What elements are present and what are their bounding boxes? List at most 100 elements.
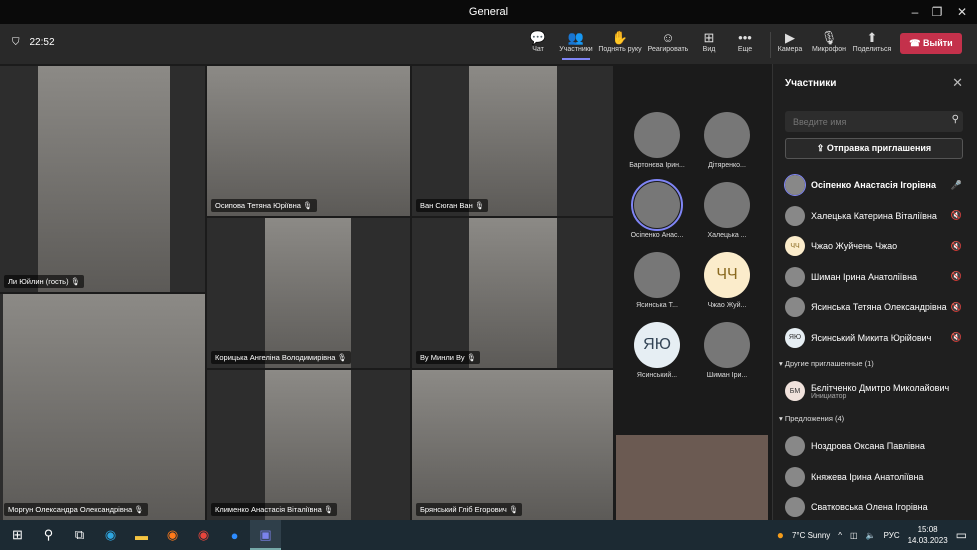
toolbar-button-label: Микрофон: [811, 46, 847, 53]
chrome-icon[interactable]: ◉: [188, 527, 219, 543]
share-icon: ⇪: [816, 143, 827, 153]
minimize-button[interactable]: –: [903, 0, 927, 24]
suggested-participant[interactable]: Сватковська Олена Ігорівна: [785, 494, 970, 520]
participant-name-label: Осипова Тетяна Юріївна 🎙: [211, 199, 317, 212]
toolbar-button-people[interactable]: 👥 Участники: [551, 30, 601, 60]
participant-name-label: Ву Минли Ву 🎙: [416, 351, 481, 364]
toolbar-button-hand[interactable]: ✋ Поднять руку: [595, 30, 645, 53]
shield-icon: ⛉: [12, 37, 20, 48]
participant-name: Княжева Ірина Анатоліївна: [811, 471, 924, 482]
video-feed: [207, 66, 410, 216]
gallery-participant[interactable]: Дітяренко...: [692, 112, 762, 169]
toolbar-button-label: Еще: [737, 46, 753, 53]
video-tile[interactable]: Ли Юйлин (гость) 🎙: [0, 66, 205, 292]
video-tile[interactable]: Корицька Ангеліна Володимирівна 🎙: [207, 218, 410, 368]
mic-muted-icon: 🔇: [950, 332, 962, 342]
gallery-participant[interactable]: Осіпенко Анас...: [622, 179, 692, 239]
gallery-name: Чжао Жуй...: [707, 302, 747, 309]
video-tile[interactable]: Клименко Анастасія Віталіївна 🎙: [207, 370, 410, 520]
task-view-icon[interactable]: ⧉: [64, 527, 95, 543]
weather-icon: ●: [776, 528, 784, 542]
participant-name: Осіпенко Анастасія Ігорівна: [811, 180, 936, 190]
divider: [770, 32, 771, 58]
toolbar-button-label: Поделиться: [852, 46, 892, 53]
suggested-participant[interactable]: Ноздрова Оксана Павлівна: [785, 433, 970, 459]
avatar: [631, 179, 683, 231]
mic-muted-icon: 🎙: [466, 353, 477, 362]
search-icon: ⚲: [951, 114, 959, 125]
mic-muted-icon: 🔇: [950, 301, 962, 312]
video-tile[interactable]: Ву Минли Ву 🎙: [412, 218, 613, 368]
gallery-participant[interactable]: ЧЧ Чжао Жуй...: [692, 252, 762, 309]
windows-start-icon[interactable]: ⊞: [2, 527, 33, 543]
avatar: [785, 436, 805, 456]
gallery-name: Осіпенко Анас...: [630, 232, 684, 239]
participant-name-label: Брянський Гліб Егорович 🎙: [416, 503, 523, 516]
participant-name-label: Ли Юйлин (гость) 🎙: [4, 275, 85, 288]
video-tile[interactable]: Моргун Олександра Олександрівна 🎙: [0, 294, 205, 520]
firefox-icon[interactable]: ◉: [157, 527, 188, 543]
video-feed: [265, 370, 351, 520]
search-input[interactable]: [785, 111, 963, 132]
avatar: [704, 112, 750, 158]
edge-icon[interactable]: ◉: [95, 527, 126, 543]
tray-overflow-icon[interactable]: ^: [838, 531, 842, 540]
panel-title: Участники: [785, 78, 837, 89]
mic-icon: 🎤: [950, 179, 962, 190]
gallery-participant[interactable]: Бартонєва Ірин...: [622, 112, 692, 169]
gallery-participant[interactable]: Шиман Іри...: [692, 322, 762, 379]
participant-name: Шиман Ірина Анатоліївна: [811, 271, 918, 282]
toolbar-button-share[interactable]: ⬆ Поделиться: [847, 30, 897, 53]
mic-muted-icon: 🎙: [70, 277, 81, 286]
video-tile[interactable]: Брянський Гліб Егорович 🎙: [412, 370, 613, 520]
leave-button[interactable]: ☎ Выйти: [900, 33, 962, 54]
search-icon[interactable]: ⚲: [33, 527, 64, 543]
file-explorer-icon[interactable]: ▬: [126, 528, 157, 543]
participant-item[interactable]: БМ Бєлітченко Дмитро Миколайович Инициатор: [785, 376, 970, 406]
send-invite-button[interactable]: ⇪ Отправка приглашения: [785, 138, 963, 159]
video-tile[interactable]: Осипова Тетяна Юріївна 🎙: [207, 66, 410, 216]
participant-item[interactable]: Халецька Катерина Віталіївна 🔇: [785, 203, 970, 229]
teams-icon[interactable]: ▣: [250, 520, 281, 550]
video-feed: [265, 218, 351, 368]
participant-name-label: Ван Сюган Ван 🎙: [416, 199, 489, 212]
meeting-timer: 22:52: [29, 37, 55, 48]
participant-item[interactable]: Шиман Ірина Анатоліївна 🔇: [785, 264, 970, 290]
avatar: ЯЮ: [634, 322, 680, 368]
mic-muted-icon: 🔇: [950, 210, 962, 220]
weather-text[interactable]: 7°C Sunny: [792, 531, 830, 540]
suggested-participant[interactable]: Княжева Ірина Анатоліївна: [785, 464, 970, 490]
mic-muted-icon: 🎙: [508, 505, 519, 514]
zoom-icon[interactable]: ●: [219, 528, 250, 543]
avatar: [784, 174, 806, 196]
notifications-icon[interactable]: ▭: [956, 528, 967, 542]
video-tile[interactable]: Ван Сюган Ван 🎙: [412, 66, 613, 216]
participant-name-label: Моргун Олександра Олександрівна 🎙: [4, 503, 148, 516]
other-invitees-header[interactable]: ▾ Другие приглашенные (1): [779, 359, 874, 368]
clock[interactable]: 15:08 14.03.2023: [908, 524, 948, 546]
gallery-participant[interactable]: ЯЮ Ясинський...: [622, 322, 692, 379]
toolbar-button-more[interactable]: ••• Еще: [720, 30, 770, 53]
participant-item[interactable]: Осіпенко Анастасія Ігорівна 🎤: [784, 172, 970, 198]
network-icon[interactable]: ◫: [850, 531, 858, 540]
participant-name: Сватковська Олена Ігорівна: [811, 502, 928, 512]
volume-icon[interactable]: 🔈: [866, 531, 876, 540]
gallery-participant[interactable]: Ясинська Т...: [622, 252, 692, 309]
participant-role: Инициатор: [811, 392, 847, 400]
restore-button[interactable]: ❐: [925, 0, 949, 24]
language-indicator[interactable]: РУС: [884, 531, 900, 540]
participant-item[interactable]: ЧЧ Чжао Жуйчень Чжао 🔇: [785, 233, 970, 259]
participants-panel: Участники ✕ ⚲ ⇪ Отправка приглашения Осі…: [772, 64, 977, 520]
gallery-participant[interactable]: Халецька ...: [692, 182, 762, 239]
suggestions-header[interactable]: ▾ Предложения (4): [779, 414, 844, 423]
avatar: [634, 252, 680, 298]
participant-item[interactable]: Ясинська Тетяна Олександрівна 🔇: [785, 294, 970, 320]
participant-item[interactable]: ЯЮ Ясинський Микита Юрійович 🔇: [785, 325, 970, 351]
toolbar-button-label: Поднять руку: [598, 46, 642, 53]
shared-screen-tile[interactable]: [616, 435, 768, 520]
video-feed: [38, 66, 170, 292]
close-button[interactable]: ✕: [950, 0, 974, 24]
hand-icon: ✋: [611, 30, 629, 45]
close-panel-icon[interactable]: ✕: [952, 75, 963, 91]
participant-name: Чжао Жуйчень Чжао: [811, 241, 898, 251]
